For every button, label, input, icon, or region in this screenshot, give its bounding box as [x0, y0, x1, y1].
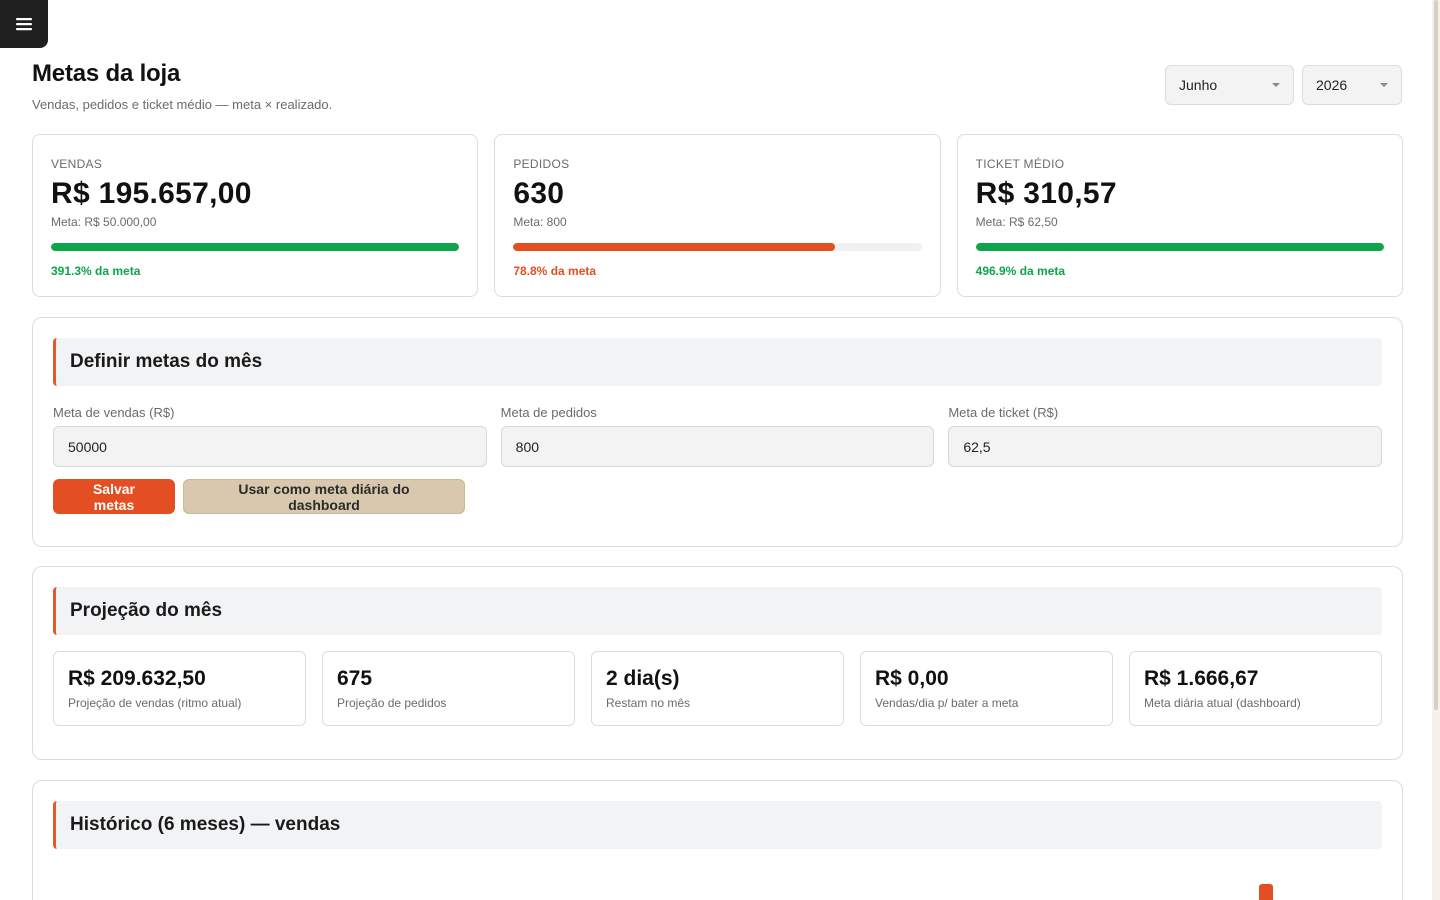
year-select-value: 2026	[1316, 77, 1348, 93]
projection-label: Projeção de pedidos	[337, 696, 447, 710]
projection-item: R$ 1.666,67 Meta diária atual (dashboard…	[1129, 651, 1382, 726]
progress-bar-fill	[975, 243, 1384, 251]
kpi-value: R$ 195.657,00	[51, 177, 252, 210]
projection-value: R$ 0,00	[875, 667, 949, 690]
history-card: Histórico (6 meses) — vendas	[32, 780, 1403, 900]
projection-label: Vendas/dia p/ bater a meta	[875, 696, 1019, 710]
projection-label: Meta diária atual (dashboard)	[1144, 696, 1301, 710]
use-daily-goal-button[interactable]: Usar como meta diária do dashboard	[183, 479, 465, 514]
orders-goal-input[interactable]	[500, 426, 935, 467]
month-select[interactable]: Junho	[1165, 65, 1294, 105]
kpi-card-ticket: TICKET MÉDIO R$ 310,57 Meta: R$ 62,50 49…	[956, 134, 1403, 297]
progress-bar	[51, 243, 460, 251]
kpi-label: VENDAS	[51, 157, 103, 171]
kpi-value: R$ 310,57	[975, 177, 1117, 210]
period-filters: Junho 2026	[1165, 65, 1402, 105]
kpi-label: PEDIDOS	[513, 157, 570, 171]
projection-value: 2 dia(s)	[606, 667, 680, 690]
history-bar	[1259, 884, 1273, 900]
kpi-cards: VENDAS R$ 195.657,00 Meta: R$ 50.000,00 …	[32, 134, 1403, 297]
scrollbar-thumb[interactable]	[1434, 0, 1438, 710]
goals-card: Definir metas do mês Meta de vendas (R$)…	[32, 317, 1403, 547]
field-label: Meta de pedidos	[500, 405, 597, 420]
kpi-value: 630	[513, 177, 565, 210]
kpi-percent: 496.9% da meta	[975, 264, 1066, 278]
kpi-goal: Meta: R$ 62,50	[975, 215, 1058, 229]
orders-goal-field: Meta de pedidos	[500, 405, 935, 467]
projection-value: 675	[337, 667, 373, 690]
projection-item: R$ 0,00 Vendas/dia p/ bater a meta	[860, 651, 1113, 726]
projection-item: 2 dia(s) Restam no mês	[591, 651, 844, 726]
kpi-goal: Meta: R$ 50.000,00	[51, 215, 157, 229]
progress-bar-fill	[513, 243, 836, 251]
year-select[interactable]: 2026	[1302, 65, 1402, 105]
kpi-card-orders: PEDIDOS 630 Meta: 800 78.8% da meta	[494, 134, 941, 297]
sales-goal-input[interactable]	[53, 426, 487, 467]
projection-label: Projeção de vendas (ritmo atual)	[68, 696, 242, 710]
kpi-percent: 78.8% da meta	[513, 264, 597, 278]
month-select-value: Junho	[1179, 77, 1218, 93]
hamburger-icon	[16, 18, 32, 31]
progress-bar	[975, 243, 1384, 251]
chevron-down-icon	[1272, 83, 1280, 87]
kpi-label: TICKET MÉDIO	[975, 157, 1065, 171]
projection-card: Projeção do mês R$ 209.632,50 Projeção d…	[32, 566, 1403, 760]
progress-bar	[513, 243, 922, 251]
projection-value: R$ 209.632,50	[68, 667, 206, 690]
goals-actions: Salvar metas Usar como meta diária do da…	[53, 479, 1382, 514]
field-label: Meta de vendas (R$)	[53, 405, 175, 420]
chevron-down-icon	[1380, 83, 1388, 87]
section-title: Definir metas do mês	[53, 338, 1382, 386]
kpi-card-sales: VENDAS R$ 195.657,00 Meta: R$ 50.000,00 …	[32, 134, 479, 297]
save-goals-button[interactable]: Salvar metas	[53, 479, 175, 514]
kpi-goal: Meta: 800	[513, 215, 567, 229]
page-scrollbar[interactable]	[1432, 0, 1440, 900]
ticket-goal-input[interactable]	[948, 426, 1383, 467]
field-label: Meta de ticket (R$)	[948, 405, 1059, 420]
projection-items: R$ 209.632,50 Projeção de vendas (ritmo …	[53, 651, 1382, 726]
ticket-goal-field: Meta de ticket (R$)	[948, 405, 1383, 467]
section-title: Histórico (6 meses) — vendas	[53, 801, 1382, 849]
projection-value: R$ 1.666,67	[1144, 667, 1259, 690]
progress-bar-fill	[51, 243, 460, 251]
goals-form: Meta de vendas (R$) Meta de pedidos Meta…	[53, 405, 1383, 467]
projection-item: R$ 209.632,50 Projeção de vendas (ritmo …	[53, 651, 306, 726]
projection-item: 675 Projeção de pedidos	[322, 651, 575, 726]
sales-goal-field: Meta de vendas (R$)	[53, 405, 487, 467]
menu-button[interactable]	[0, 0, 48, 48]
page-header: Metas da loja Vendas, pedidos e ticket m…	[32, 60, 1402, 112]
section-title: Projeção do mês	[53, 587, 1382, 635]
history-chart	[53, 849, 1382, 900]
kpi-percent: 391.3% da meta	[51, 264, 141, 278]
projection-label: Restam no mês	[606, 696, 691, 710]
